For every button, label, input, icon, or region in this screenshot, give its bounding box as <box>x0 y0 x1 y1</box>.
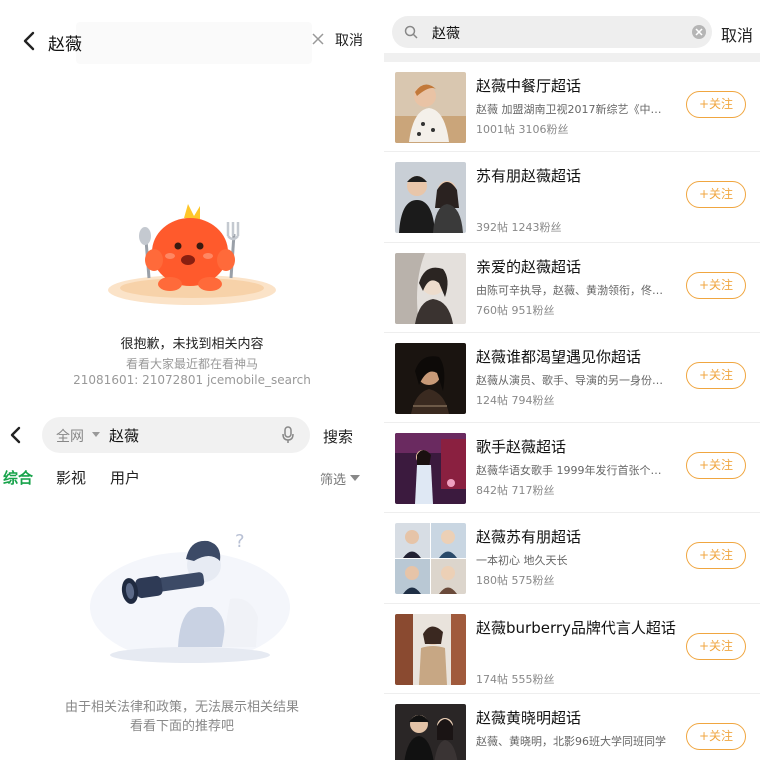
list-item[interactable]: 赵薇苏有朋超话 一本初心 地久天长 180帖 575粉丝 +关注 <box>384 513 760 604</box>
topic-description: 赵薇从演员、歌手、导演的另一身份转变 <box>476 373 672 387</box>
list-item[interactable]: 赵薇burberry品牌代言人超话 174帖 555粉丝 +关注 <box>384 604 760 695</box>
topic-stats: 174帖 555粉丝 <box>476 672 555 686</box>
microphone-icon[interactable] <box>280 425 296 445</box>
topic-thumbnail[interactable] <box>395 252 466 324</box>
topic-stats: 1001帖 3106粉丝 <box>476 123 569 136</box>
topic-title[interactable]: 亲爱的赵薇超话 <box>476 257 676 278</box>
list-item[interactable]: 歌手赵薇超话 赵薇华语女歌手 1999年发行首张个人专辑 842帖 717粉丝 … <box>384 423 760 514</box>
cancel-button[interactable]: 取消 <box>721 22 753 46</box>
tab-users[interactable]: 用户 <box>110 467 140 488</box>
follow-button[interactable]: +关注 <box>686 632 746 660</box>
search-query[interactable]: 赵薇 <box>48 30 82 55</box>
cancel-button[interactable]: 取消 <box>335 30 363 50</box>
topic-stats: 760帖 951粉丝 <box>476 303 555 317</box>
topic-thumbnail[interactable] <box>395 704 466 760</box>
search-input[interactable]: 全网 赵薇 <box>42 417 310 453</box>
search-input[interactable]: 赵薇 <box>392 16 712 48</box>
follow-button[interactable]: +关注 <box>686 452 746 480</box>
recommendation-hint: 看看下面的推荐吧 <box>129 719 234 734</box>
list-item[interactable]: 苏有朋赵薇超话 392帖 1243粉丝 +关注 <box>384 152 760 243</box>
search-query[interactable]: 赵薇 <box>109 425 139 446</box>
debug-code-text: 21081601: 21072801 jcemobile_search <box>73 373 311 387</box>
search-query[interactable]: 赵薇 <box>432 23 460 43</box>
back-arrow-icon[interactable] <box>8 425 24 445</box>
follow-button[interactable]: +关注 <box>686 542 746 570</box>
caret-down-icon[interactable] <box>350 475 360 481</box>
topic-title[interactable]: 赵薇黄晓明超话 <box>476 708 676 729</box>
caret-down-icon[interactable] <box>92 432 100 438</box>
svg-text:?: ? <box>235 531 245 552</box>
follow-button[interactable]: +关注 <box>686 361 746 389</box>
filter-button[interactable]: 筛选 <box>320 469 346 488</box>
follow-button[interactable]: +关注 <box>686 723 746 751</box>
topic-title[interactable]: 赵薇苏有朋超话 <box>476 527 676 548</box>
tab-comprehensive[interactable]: 综合 <box>3 467 33 488</box>
section-divider <box>384 53 760 62</box>
topic-stats: 180帖 575粉丝 <box>476 574 555 588</box>
topic-title[interactable]: 歌手赵薇超话 <box>476 437 676 458</box>
search-button[interactable]: 搜索 <box>323 426 353 447</box>
search-input-background[interactable] <box>76 22 312 64</box>
restricted-message: 由于相关法律和政策，无法展示相关结果 <box>64 700 299 715</box>
topic-title[interactable]: 赵薇谁都渴望遇见你超话 <box>476 347 676 368</box>
topic-results-screen: 赵薇 取消 赵薇中餐厅超话 赵薇 加盟湖南卫视2017新综艺《中餐厅》 1001… <box>384 0 766 760</box>
topic-description: 由陈可辛执导，赵薇、黄渤领衔，佟大为 <box>476 283 672 297</box>
suggestion-text: 看看大家最近都在看神马 <box>125 357 258 371</box>
topic-thumbnail[interactable] <box>395 342 466 414</box>
topic-description: 赵薇 加盟湖南卫视2017新综艺《中餐厅》 <box>476 103 672 116</box>
clear-icon[interactable] <box>311 32 325 46</box>
topic-description: 一本初心 地久天长 <box>476 554 568 568</box>
follow-button[interactable]: +关注 <box>686 271 746 299</box>
topic-description: 赵薇、黄晓明，北影96班大学同班同学 <box>476 735 666 749</box>
topic-stats: 392帖 1243粉丝 <box>476 221 562 235</box>
list-item[interactable]: 亲爱的赵薇超话 由陈可辛执导，赵薇、黄渤领衔，佟大为 760帖 951粉丝 +关… <box>384 243 760 333</box>
follow-button[interactable]: +关注 <box>686 181 746 209</box>
mascot-illustration-icon <box>108 204 276 305</box>
topic-thumbnail[interactable] <box>395 72 466 143</box>
search-icon <box>404 25 418 39</box>
follow-button[interactable]: +关注 <box>686 91 746 118</box>
topic-stats: 124帖 794粉丝 <box>476 393 555 407</box>
topic-thumbnail[interactable] <box>395 613 466 685</box>
topic-title[interactable]: 苏有朋赵薇超话 <box>476 166 676 187</box>
no-results-message: 很抱歉，未找到相关内容 <box>120 337 264 352</box>
list-item[interactable]: 赵薇黄晓明超话 赵薇、黄晓明，北影96班大学同班同学 +关注 <box>384 694 760 760</box>
topic-thumbnail[interactable] <box>395 523 466 595</box>
topic-title[interactable]: 赵薇burberry品牌代言人超话 <box>476 618 676 639</box>
back-arrow-icon[interactable] <box>20 30 40 52</box>
search-header: 赵薇 取消 <box>0 18 384 66</box>
restricted-results-screen: 全网 赵薇 搜索 综合 影视 用户 筛选 ? 由于相关法律和政策，无法展示相关结… <box>0 405 384 760</box>
clear-icon[interactable] <box>691 24 707 40</box>
topic-title[interactable]: 赵薇中餐厅超话 <box>476 76 676 97</box>
list-item[interactable]: 赵薇谁都渴望遇见你超话 赵薇从演员、歌手、导演的另一身份转变 124帖 794粉… <box>384 333 760 424</box>
tab-video[interactable]: 影视 <box>56 467 86 488</box>
scope-selector[interactable]: 全网 <box>56 426 84 446</box>
topic-description: 赵薇华语女歌手 1999年发行首张个人专辑 <box>476 464 672 478</box>
list-item[interactable]: 赵薇中餐厅超话 赵薇 加盟湖南卫视2017新综艺《中餐厅》 1001帖 3106… <box>384 62 760 153</box>
topic-stats: 842帖 717粉丝 <box>476 484 555 498</box>
topic-thumbnail[interactable] <box>395 433 466 505</box>
no-results-screen: 赵薇 取消 很抱歉，未找到相关内容 看看大家最近都在看神马 21081601: … <box>0 0 384 400</box>
topic-thumbnail[interactable] <box>395 162 466 234</box>
topic-list: 赵薇中餐厅超话 赵薇 加盟湖南卫视2017新综艺《中餐厅》 1001帖 3106… <box>384 62 760 760</box>
telescope-person-illustration-icon: ? <box>90 531 290 663</box>
